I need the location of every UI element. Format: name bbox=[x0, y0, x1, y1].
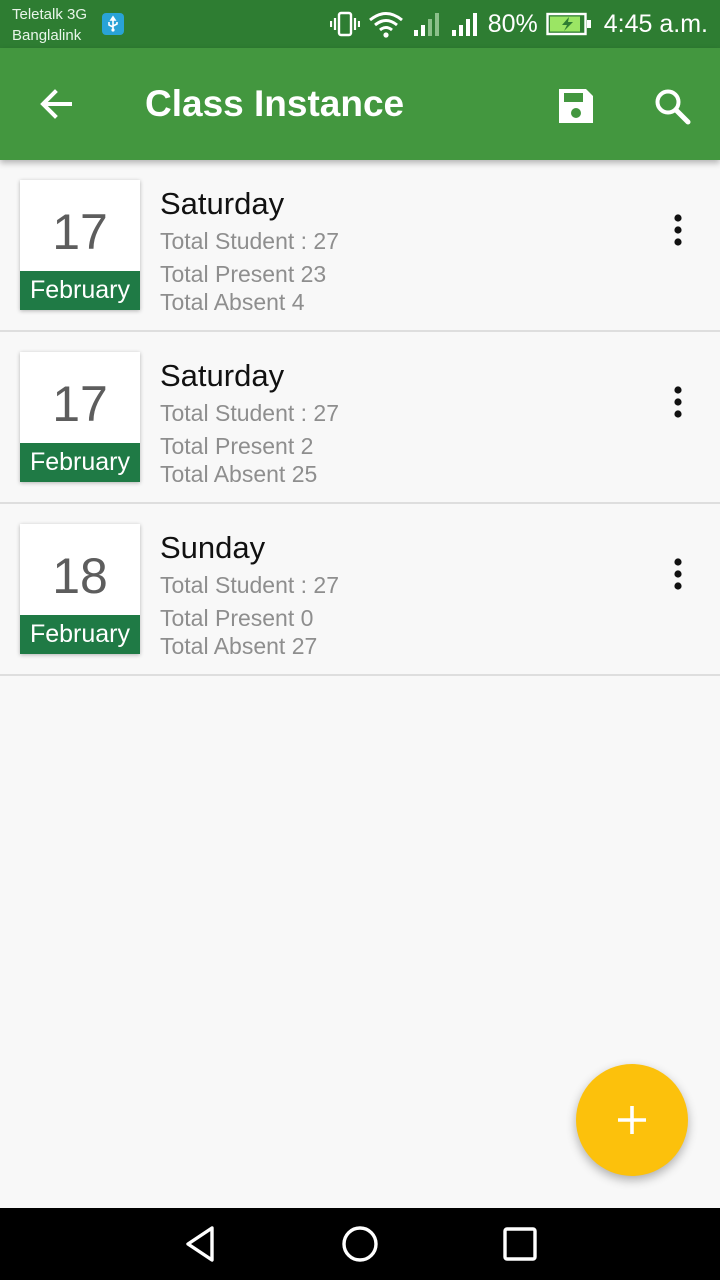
total-present: Total Present 0 bbox=[160, 605, 314, 631]
nav-recents-icon bbox=[503, 1227, 537, 1261]
date-day: 18 bbox=[52, 548, 108, 604]
more-options-button[interactable] bbox=[656, 208, 700, 252]
total-absent: Total Absent 25 bbox=[160, 461, 318, 487]
date-card: 18 February bbox=[20, 524, 140, 654]
date-month: February bbox=[20, 615, 140, 654]
date-card: 17 February bbox=[20, 352, 140, 482]
more-vert-icon bbox=[674, 214, 682, 246]
nav-back-button[interactable] bbox=[176, 1220, 224, 1268]
list-item[interactable]: 18 February Sunday Total Student : 27 To… bbox=[0, 504, 720, 676]
nav-recents-button[interactable] bbox=[496, 1220, 544, 1268]
total-present: Total Present 2 bbox=[160, 433, 314, 459]
system-nav-bar bbox=[0, 1208, 720, 1280]
search-icon bbox=[655, 89, 691, 125]
nav-back-icon bbox=[186, 1226, 214, 1262]
page-title: Class Instance bbox=[145, 83, 405, 124]
carrier-1: Teletalk 3G bbox=[12, 6, 88, 23]
back-arrow-icon bbox=[40, 89, 72, 119]
search-button[interactable] bbox=[644, 78, 700, 134]
list-item[interactable]: 17 February Saturday Total Student : 27 … bbox=[0, 160, 720, 332]
back-button[interactable] bbox=[30, 78, 82, 130]
signal-icon bbox=[412, 11, 442, 37]
total-student: Total Student : 27 bbox=[160, 572, 340, 598]
list-item[interactable]: 17 February Saturday Total Student : 27 … bbox=[0, 332, 720, 504]
clock: 4:45 a.m. bbox=[603, 9, 708, 38]
weekday: Saturday bbox=[160, 186, 285, 221]
battery-percent: 80% bbox=[487, 9, 538, 38]
battery-charging-icon bbox=[546, 12, 592, 36]
status-icons: 80% 4:45 a.m. bbox=[329, 0, 708, 48]
class-instance-list: 17 February Saturday Total Student : 27 … bbox=[0, 160, 720, 676]
date-card: 17 February bbox=[20, 180, 140, 310]
weekday: Saturday bbox=[160, 358, 285, 393]
total-student: Total Student : 27 bbox=[160, 400, 340, 426]
vibrate-icon bbox=[329, 10, 360, 38]
more-options-button[interactable] bbox=[656, 552, 700, 596]
add-instance-button[interactable] bbox=[576, 1064, 688, 1176]
date-month: February bbox=[20, 443, 140, 482]
wifi-icon bbox=[368, 10, 404, 38]
signal-icon bbox=[450, 11, 480, 37]
date-month: February bbox=[20, 271, 140, 310]
weekday: Sunday bbox=[160, 530, 266, 565]
date-day: 17 bbox=[52, 204, 108, 260]
total-student: Total Student : 27 bbox=[160, 228, 340, 254]
more-options-button[interactable] bbox=[656, 380, 700, 424]
total-absent: Total Absent 4 bbox=[160, 289, 305, 315]
status-bar: Teletalk 3G Banglalink 80% 4:45 a.m. bbox=[0, 0, 720, 48]
total-present: Total Present 23 bbox=[160, 261, 327, 287]
plus-icon bbox=[618, 1106, 646, 1134]
nav-home-icon bbox=[342, 1226, 378, 1262]
save-button[interactable] bbox=[548, 78, 604, 134]
date-day: 17 bbox=[52, 376, 108, 432]
usb-icon bbox=[102, 13, 124, 35]
more-vert-icon bbox=[674, 386, 682, 418]
carrier-names: Teletalk 3G Banglalink bbox=[12, 4, 87, 46]
total-absent: Total Absent 27 bbox=[160, 633, 318, 659]
nav-home-button[interactable] bbox=[336, 1220, 384, 1268]
carrier-2: Banglalink bbox=[12, 27, 82, 44]
app-bar: Class Instance bbox=[0, 48, 720, 160]
save-icon bbox=[559, 89, 593, 123]
more-vert-icon bbox=[674, 558, 682, 590]
